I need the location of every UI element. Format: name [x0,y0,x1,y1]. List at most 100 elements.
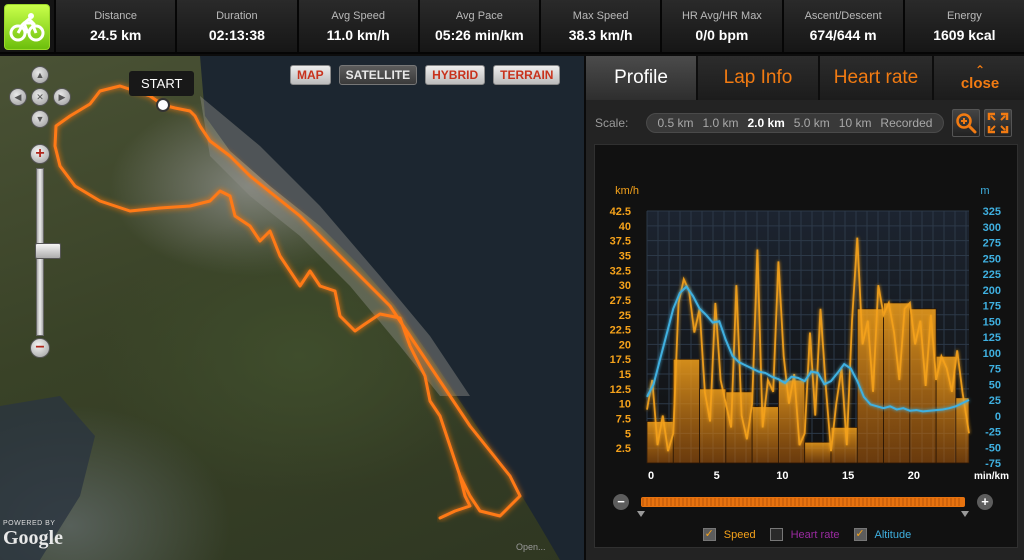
map-type-satellite-button[interactable]: SATELLITE [338,65,418,85]
tab-heart-rate[interactable]: Heart rate [820,56,934,100]
map-type-terrain-button[interactable]: TERRAIN [493,65,561,85]
chevron-down-icon: ▼ [35,114,45,124]
minus-icon: − [617,494,625,509]
pan-up-button[interactable]: ▲ [31,66,49,84]
scale-option-10km[interactable]: 10 km [839,116,872,130]
app-logo[interactable] [0,0,54,54]
x-tick: 15 [842,470,854,482]
stat-value: 11.0 km/h [326,26,390,43]
speed-bar [883,302,911,464]
y-tick-left: 42.5 [610,206,631,218]
tab-profile[interactable]: Profile [586,56,698,100]
scale-option-0-5km[interactable]: 0.5 km [657,116,693,130]
minus-icon: − [35,339,45,356]
scale-selector: 0.5 km 1.0 km 2.0 km 5.0 km 10 km Record… [646,113,944,133]
zoom-chart-button[interactable] [952,109,980,137]
x-tick: 10 [776,470,788,482]
pan-left-button[interactable]: ◀ [9,88,27,106]
y-tick-right: 175 [983,301,1001,313]
route-line-lower [438,474,472,520]
stat-label: Duration [216,9,258,22]
altitude-checkbox[interactable]: ✓ [853,528,867,541]
stat-value: 0/0 bpm [695,26,749,43]
scale-bar: Scale: 0.5 km 1.0 km 2.0 km 5.0 km 10 km… [586,106,1024,140]
stat-ascent-descent: Ascent/Descent 674/644 m [781,0,903,52]
scale-option-5km[interactable]: 5.0 km [794,116,830,130]
y-tick-left: 37.5 [610,236,631,248]
y-tick-right: 25 [989,395,1001,407]
map-credit: Open... [516,542,546,552]
y-tick-left: 2.5 [616,443,631,455]
map-view[interactable]: MAP SATELLITE HYBRID TERRAIN START ▲ ◀ ✕… [0,56,584,560]
legend-altitude[interactable]: ✓ Altitude [853,528,911,541]
legend-label: Heart rate [790,528,840,541]
y-tick-right: -50 [985,442,1001,454]
chevron-left-icon: ◀ [14,91,22,102]
y-tick-right: 250 [983,253,1001,265]
legend-label: Speed [723,528,756,541]
cyclist-icon [4,4,50,50]
y-tick-left: 12.5 [610,384,631,396]
start-marker[interactable] [156,98,170,112]
map-type-hybrid-button[interactable]: HYBRID [425,65,486,85]
y-tick-right: 225 [983,269,1001,281]
profile-chart-svg: km/h m 2.5 5 7.5 10 12.5 15 17.5 20 22.5 25 27.5 30 32… [610,185,1009,517]
zoom-slider-track[interactable] [35,168,61,336]
heart-rate-checkbox[interactable] [769,528,783,541]
speed-bar [699,388,727,464]
y-tick-right: 50 [989,379,1001,391]
tab-lap-info[interactable]: Lap Info [698,56,820,100]
chevron-up-icon: ▲ [35,70,45,80]
chevron-up-icon: ⌃ [974,62,986,77]
start-label: START [129,71,195,96]
close-label: close [960,74,1000,92]
scale-option-1km[interactable]: 1.0 km [702,116,738,130]
pan-down-button[interactable]: ▼ [31,110,49,128]
close-button[interactable]: ⌃ close [934,56,1024,100]
legend-heart-rate[interactable]: Heart rate [769,528,840,541]
map-type-map-button[interactable]: MAP [290,65,331,85]
zoom-in-button[interactable]: + [30,144,50,164]
stat-label: Avg Speed [331,9,385,22]
stat-value: 24.5 km [89,26,142,43]
stat-label: Avg Pace [455,9,503,22]
stat-label: Energy [946,9,982,22]
y-tick-left: 5 [625,428,631,440]
y-tick-left: 20 [619,339,631,351]
speed-checkbox[interactable]: ✓ [702,528,716,541]
zoom-slider-thumb[interactable] [35,243,61,259]
stat-heart-rate: HR Avg/HR Max 0/0 bpm [660,0,782,52]
zoom-out-button[interactable]: − [30,338,50,358]
y-axis-left-title: km/h [615,185,639,197]
y-tick-left: 22.5 [610,325,631,337]
google-attribution[interactable]: POWERED BY Google [3,520,63,550]
panel-tabs: Profile Lap Info Heart rate ⌃ close [586,56,1024,100]
map-zoom-control: + − [29,142,61,362]
chevron-right-icon: ▶ [58,91,66,102]
y-tick-right: 0 [995,411,1001,423]
x-axis-unit: min/km [974,471,1009,482]
y-tick-right: 100 [983,348,1001,360]
pan-right-button[interactable]: ▶ [53,88,71,106]
y-tick-right: -75 [985,458,1001,470]
speed-bar [830,427,858,464]
map-pan-control: ▲ ◀ ✕ ▶ ▼ [9,66,71,128]
scale-option-recorded[interactable]: Recorded [880,116,932,130]
stat-label: Max Speed [572,9,629,22]
scale-label: Scale: [595,116,629,130]
y-tick-left: 35 [619,250,631,262]
stat-avg-pace: Avg Pace 05:26 min/km [417,0,539,52]
profile-chart[interactable]: km/h m 2.5 5 7.5 10 12.5 15 17.5 20 22.5 25 27.5 30 32… [594,144,1018,548]
fullscreen-button[interactable] [984,109,1012,137]
stat-value: 1609 kcal [933,26,996,43]
y-axis-right-title: m [980,185,989,197]
pan-center-button[interactable]: ✕ [31,88,49,106]
legend-speed[interactable]: ✓ Speed [702,528,756,541]
map-type-switcher: MAP SATELLITE HYBRID TERRAIN [290,65,561,85]
scale-option-2km[interactable]: 2.0 km [747,116,784,130]
y-tick-left: 27.5 [610,295,631,307]
speed-bar [672,358,700,464]
stat-value: 674/644 m [809,26,877,43]
stat-max-speed: Max Speed 38.3 km/h [539,0,661,52]
stat-value: 38.3 km/h [568,26,633,43]
